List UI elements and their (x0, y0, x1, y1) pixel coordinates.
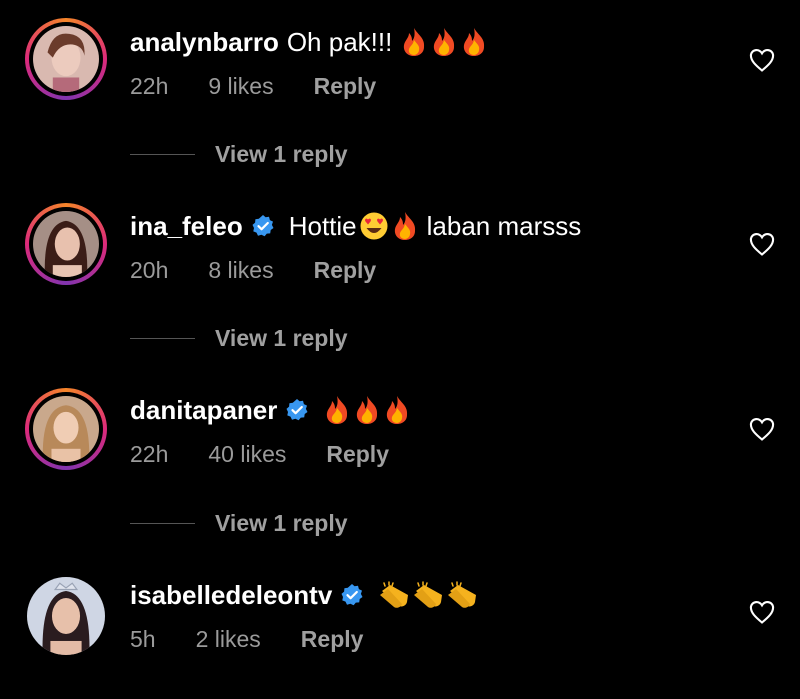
comment-meta: 20h 8 likes Reply (130, 254, 376, 286)
divider (130, 337, 195, 339)
view-replies-label: View 1 reply (215, 324, 348, 351)
view-replies-button[interactable]: View 1 reply (130, 322, 348, 354)
emoji-group (359, 211, 419, 241)
timestamp: 5h (130, 625, 156, 652)
avatar[interactable] (25, 18, 107, 100)
fire-emoji-icon (460, 27, 488, 57)
comment-meta: 22h 40 likes Reply (130, 438, 389, 470)
view-replies-button[interactable]: View 1 reply (130, 138, 348, 170)
avatar-photo (33, 26, 99, 92)
username[interactable]: analynbarro (130, 27, 279, 58)
timestamp: 22h (130, 72, 169, 99)
likes-count[interactable]: 40 likes (208, 441, 286, 468)
fire-emoji-icon (323, 395, 351, 425)
emoji-group (323, 395, 411, 425)
username[interactable]: ina_feleo (130, 211, 243, 242)
like-heart-icon[interactable] (748, 230, 776, 258)
reply-button[interactable]: Reply (314, 73, 377, 100)
view-replies-button[interactable]: View 1 reply (130, 507, 348, 539)
avatar[interactable] (25, 575, 107, 657)
like-heart-icon[interactable] (748, 598, 776, 626)
avatar[interactable] (25, 388, 107, 470)
avatar[interactable] (25, 203, 107, 285)
comment-text: Hottie (288, 210, 357, 241)
fire-emoji-icon (400, 27, 428, 57)
comment-line: isabelledeleontv (130, 575, 478, 615)
view-replies-label: View 1 reply (215, 140, 348, 167)
verified-badge-icon (340, 583, 364, 607)
likes-count[interactable]: 9 likes (208, 73, 273, 100)
timestamp: 20h (130, 256, 169, 283)
avatar-photo (27, 577, 105, 655)
comment-text: Oh pak!!! (286, 26, 393, 57)
heart-eyes-emoji-icon (359, 211, 389, 241)
like-heart-icon[interactable] (748, 46, 776, 74)
likes-count[interactable]: 8 likes (208, 257, 273, 284)
clap-emoji-icon (446, 581, 478, 609)
fire-emoji-icon (391, 211, 419, 241)
reply-button[interactable]: Reply (301, 626, 364, 653)
fire-emoji-icon (353, 395, 381, 425)
username[interactable]: isabelledeleontv (130, 580, 332, 611)
divider (130, 522, 195, 524)
comment-text-continued: laban marsss (426, 210, 582, 241)
fire-emoji-icon (430, 27, 458, 57)
comment-line: ina_feleo Hottie laban marsss (130, 206, 581, 246)
reply-button[interactable]: Reply (326, 441, 389, 468)
username[interactable]: danitapaner (130, 395, 277, 426)
emoji-group (400, 27, 488, 57)
avatar-photo (33, 396, 99, 462)
comment-line: analynbarro Oh pak!!! (130, 22, 488, 62)
clap-emoji-icon (378, 581, 410, 609)
comment-line: danitapaner (130, 390, 411, 430)
verified-badge-icon (285, 398, 309, 422)
comment-meta: 5h 2 likes Reply (130, 623, 363, 655)
like-heart-icon[interactable] (748, 415, 776, 443)
emoji-group (378, 581, 478, 609)
comment-meta: 22h 9 likes Reply (130, 70, 376, 102)
reply-button[interactable]: Reply (314, 257, 377, 284)
divider (130, 153, 195, 155)
fire-emoji-icon (383, 395, 411, 425)
likes-count[interactable]: 2 likes (196, 626, 261, 653)
avatar-photo (33, 211, 99, 277)
verified-badge-icon (251, 214, 275, 238)
view-replies-label: View 1 reply (215, 509, 348, 536)
timestamp: 22h (130, 440, 169, 467)
clap-emoji-icon (412, 581, 444, 609)
